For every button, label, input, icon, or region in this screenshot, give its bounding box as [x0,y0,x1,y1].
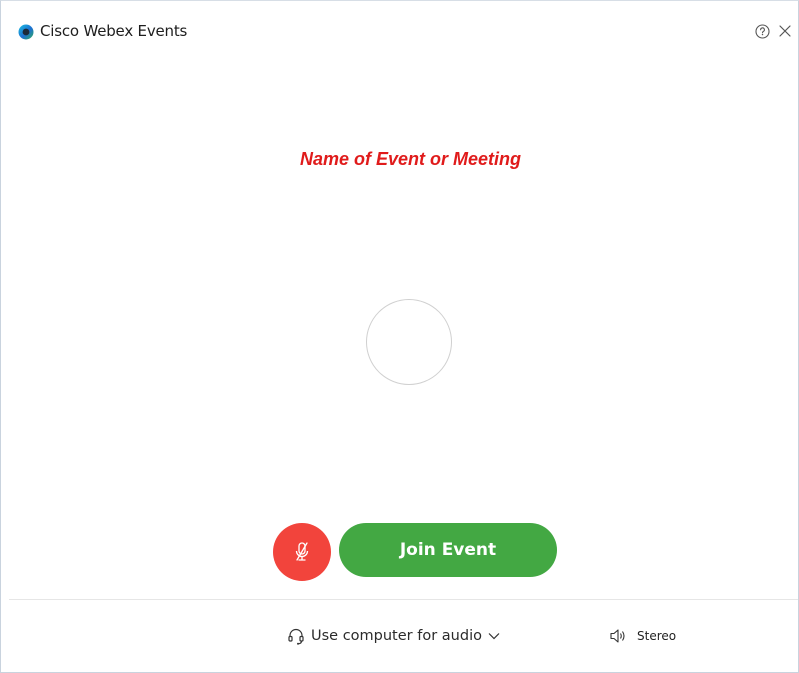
close-button[interactable] [775,21,795,41]
event-name: Name of Event or Meeting [299,149,522,169]
speaker-select[interactable]: Stereo [609,626,676,646]
speaker-icon [610,629,625,643]
avatar [366,299,452,385]
audio-connection-label: Use computer for audio [311,628,482,644]
window-title: Cisco Webex Events [40,22,188,40]
help-button[interactable] [752,21,772,41]
microphone-muted-icon [295,542,309,561]
webex-logo-icon [18,24,34,40]
join-event-button[interactable]: Join Event [339,523,557,577]
title-bar: Cisco Webex Events [1,1,798,55]
chevron-down-icon [488,633,500,640]
webex-join-window: Cisco Webex Events Name of Event or Meet… [0,0,799,673]
help-icon [754,23,770,39]
speaker-output-label: Stereo [637,629,677,643]
mute-button[interactable] [273,523,331,581]
divider [9,599,798,600]
close-icon [779,25,791,37]
audio-connection-select[interactable]: Use computer for audio [287,625,500,647]
headset-icon [288,628,304,645]
